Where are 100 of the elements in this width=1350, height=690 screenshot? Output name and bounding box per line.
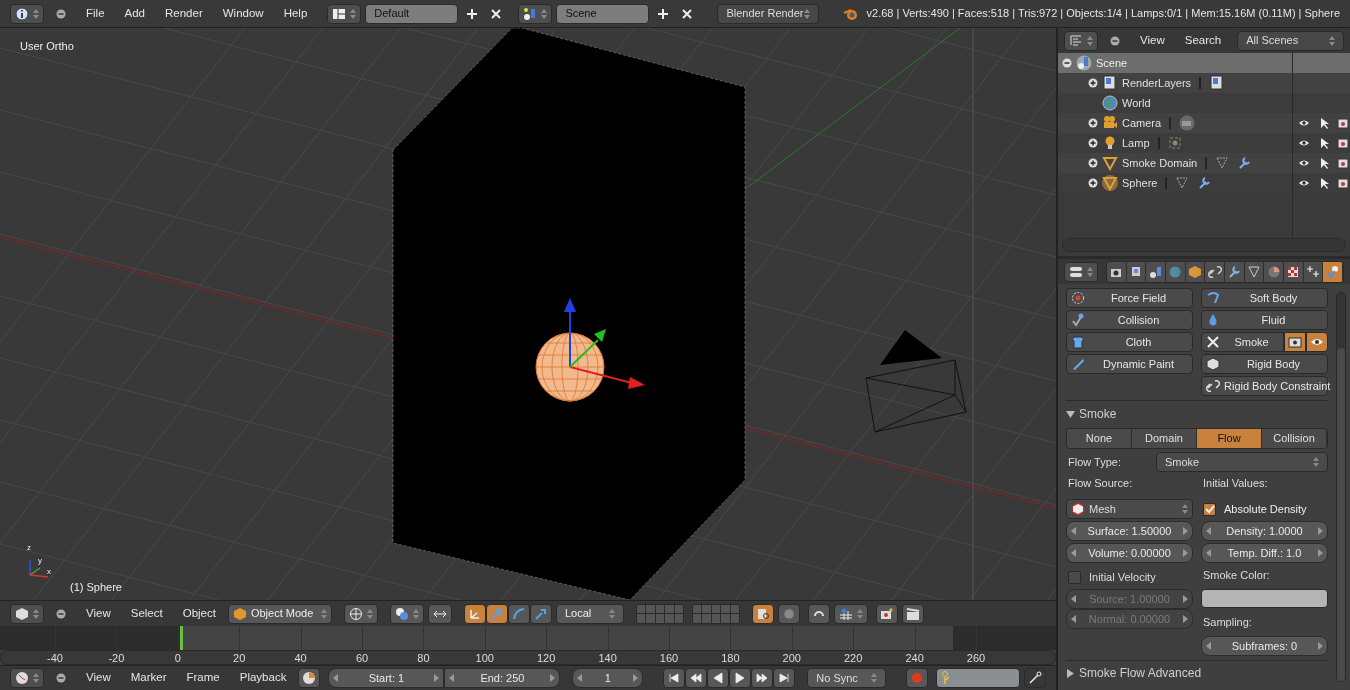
properties-tab[interactable] [1225,261,1245,282]
properties-tab[interactable] [1205,261,1226,282]
transport-button[interactable] [707,668,730,688]
orientation-dropdown[interactable]: Local [555,603,624,624]
outliner-row[interactable]: Camera [1058,113,1350,133]
menu-item[interactable]: Window [214,4,272,23]
mode-dropdown[interactable]: Object Mode [227,603,332,624]
outliner-row[interactable]: Smoke Domain [1058,153,1350,173]
shading-dropdown[interactable] [343,603,378,624]
physics-button[interactable]: Cloth [1066,332,1193,352]
render-button[interactable] [875,603,898,624]
properties-tab[interactable] [1244,261,1265,282]
number-field[interactable]: 1 [572,668,644,688]
scene-field[interactable]: Scene [556,3,650,24]
menu-item[interactable]: View [78,669,119,687]
preview-range-toggle[interactable] [298,668,321,688]
manipulator-toggle[interactable] [427,603,452,624]
menu-item[interactable]: Object [174,604,224,623]
transform-toggle[interactable] [507,603,530,624]
display-dropdown[interactable]: All Scenes [1237,30,1344,51]
keyframe-button[interactable] [1024,668,1046,688]
physics-button[interactable]: Rigid Body [1201,354,1328,374]
number-field[interactable]: Start: 1 [328,668,445,688]
checkbox[interactable] [1068,570,1081,584]
transform-toggle[interactable] [485,603,508,624]
type-tab[interactable]: None [1067,429,1132,448]
transport-button[interactable] [729,668,752,688]
transport-button[interactable] [663,668,686,688]
editor-type-button[interactable] [1064,30,1098,51]
proportional-toggle[interactable] [777,603,800,624]
physics-button[interactable]: Dynamic Paint [1066,354,1193,374]
transform-gizmo[interactable] [564,298,645,389]
properties-tab[interactable] [1284,261,1304,282]
physics-button[interactable]: Collision [1066,310,1193,330]
menu-item[interactable]: Marker [122,669,175,687]
engine-dropdown[interactable]: Blender Render [717,3,819,24]
scrollbar[interactable] [1336,292,1346,682]
menu-item[interactable]: Search [1176,31,1230,50]
checkbox[interactable] [1203,502,1216,516]
menu-item[interactable]: Playback [231,669,295,687]
properties-tab[interactable] [1146,261,1166,282]
panel-header[interactable]: Smoke [1066,404,1117,424]
scene-type-button[interactable] [518,3,553,24]
number-field[interactable]: End: 250 [444,668,561,688]
number-field[interactable]: Temp. Diff.: 1.0 [1201,543,1328,563]
physics-button[interactable]: Smoke [1201,332,1284,352]
physics-button[interactable]: Fluid [1201,310,1328,330]
menu-item[interactable]: View [1132,31,1173,50]
menu-item[interactable]: Help [275,4,316,23]
layout-field[interactable]: Default [365,3,459,24]
sync-dropdown[interactable]: No Sync [807,668,887,688]
transport-button[interactable] [685,668,708,688]
snap-toggle[interactable] [807,603,830,624]
panel-header[interactable]: Smoke Flow Advanced [1066,663,1202,683]
transport-button[interactable] [751,668,774,688]
physics-button[interactable]: Force Field [1066,288,1193,308]
editor-type-button[interactable] [10,3,44,24]
visibility-toggle[interactable] [1306,332,1328,352]
transform-toggle[interactable] [463,603,486,624]
type-tab[interactable]: Domain [1132,429,1197,448]
menu-item[interactable]: Render [157,4,211,23]
properties-tab[interactable] [1303,261,1324,282]
menu-item[interactable]: View [78,604,119,623]
type-tab[interactable]: Flow [1197,429,1262,448]
clapperboard-button[interactable] [901,603,924,624]
properties-tab[interactable] [1185,261,1206,282]
type-tab[interactable]: Collision [1262,429,1327,448]
pivot-dropdown[interactable] [389,603,424,624]
menu-item[interactable]: File [78,4,113,23]
number-field[interactable]: Subframes: 0 [1201,636,1328,656]
properties-tab[interactable] [1323,261,1343,282]
3d-viewport[interactable]: User Ortho (1) Sphere z y x [0,28,1056,600]
properties-tab[interactable] [1107,261,1127,282]
menu-item[interactable]: Select [122,604,171,623]
menu-item[interactable]: Frame [178,669,228,687]
editor-type-button[interactable] [1064,261,1098,282]
number-field[interactable]: Surface: 1.50000 [1066,521,1193,541]
layout-type-button[interactable] [327,3,362,24]
color-swatch[interactable] [1201,589,1328,608]
transport-button[interactable] [773,668,796,688]
record-button[interactable] [906,668,929,688]
snap-dropdown[interactable] [833,603,868,624]
transform-toggle[interactable] [529,603,552,624]
lock-layers-toggle[interactable] [751,603,774,624]
outliner-row[interactable]: Scene [1058,53,1350,73]
timeline[interactable]: -40 -20 0 20 40 60 80 100 120 140 160 180 200 220 240 260 [0,626,1056,665]
properties-tab[interactable] [1264,261,1285,282]
flow-type-dropdown[interactable]: Smoke [1156,452,1328,472]
number-field[interactable]: Volume: 0.00000 [1066,543,1193,563]
editor-type-button[interactable] [10,668,44,688]
physics-button[interactable]: Soft Body [1201,288,1328,308]
render-toggle[interactable] [1284,332,1306,352]
properties-tab[interactable] [1126,261,1147,282]
number-field[interactable]: Density: 1.0000 [1201,521,1328,541]
editor-type-button[interactable] [10,603,44,624]
outliner-row[interactable]: RenderLayers [1058,73,1350,93]
source-dropdown[interactable]: Mesh [1066,499,1193,519]
collapse-icon [56,608,66,619]
menu-item[interactable]: Add [116,4,153,23]
keying-set-field[interactable] [936,668,1020,688]
